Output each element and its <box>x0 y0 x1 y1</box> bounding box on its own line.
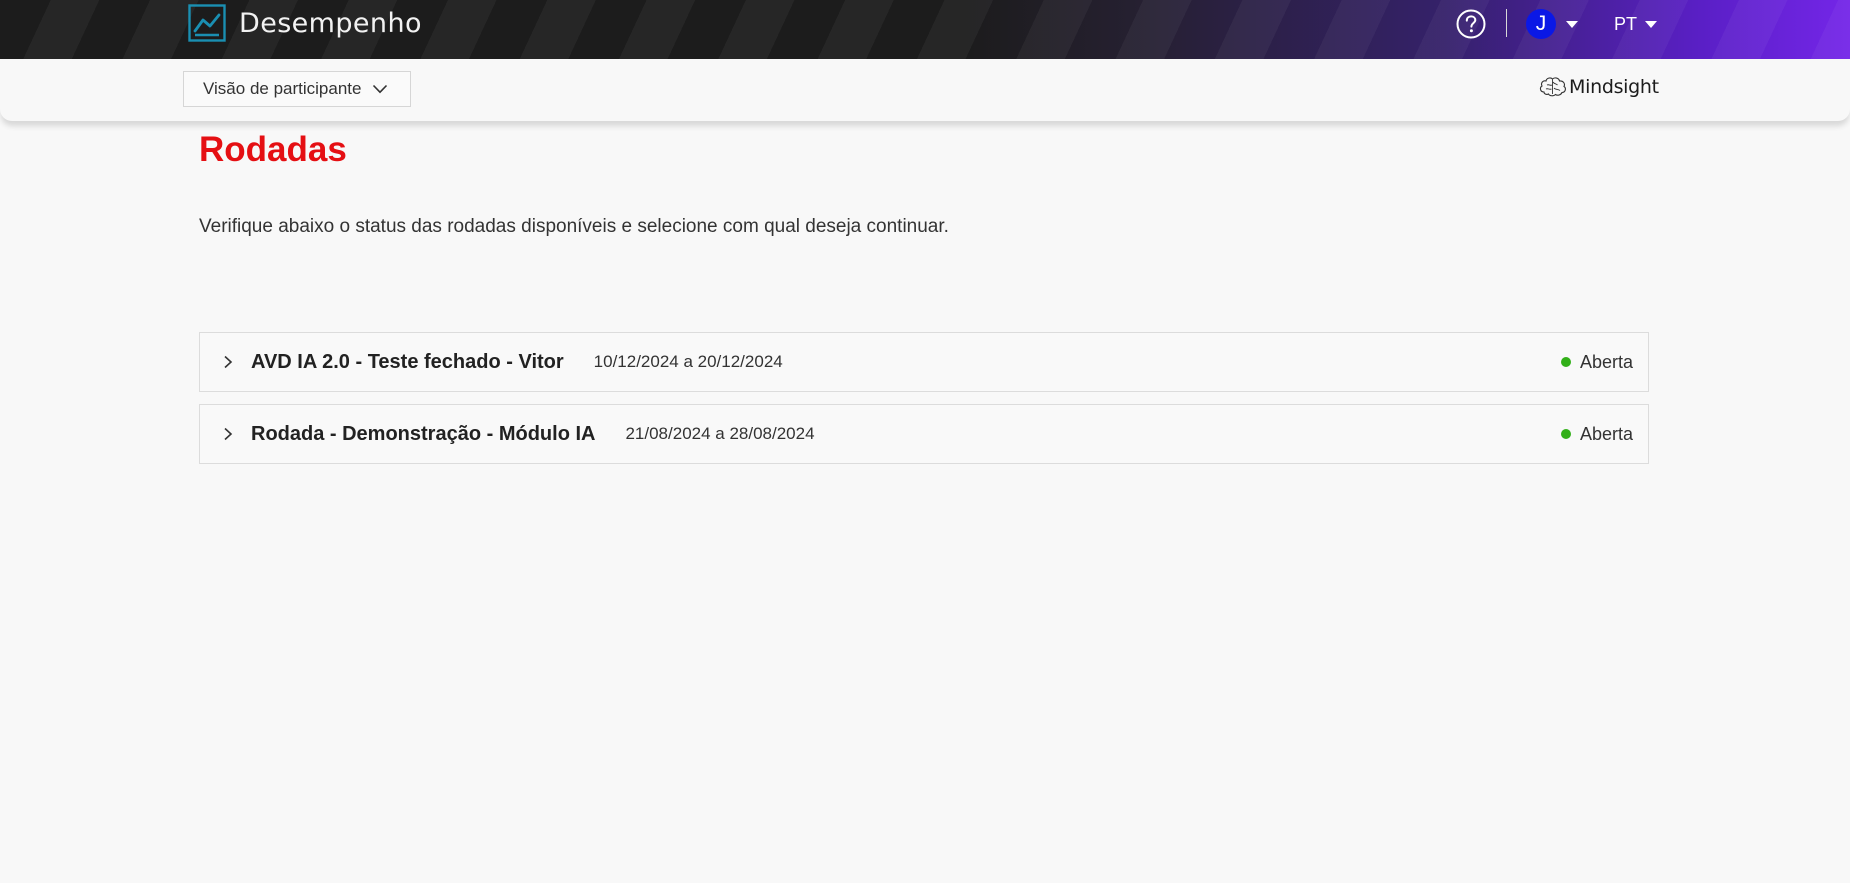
status-dot-icon <box>1560 429 1571 439</box>
mindsight-logo: Mindsight <box>1538 74 1659 100</box>
round-dates: 21/08/2024 a 28/08/2024 <box>625 424 815 443</box>
language-selector[interactable]: PT <box>1614 12 1658 36</box>
chart-line-icon <box>188 4 226 42</box>
caret-down-icon <box>1566 20 1578 28</box>
status-dot-icon <box>1560 357 1571 367</box>
round-name: Rodada - Demonstração - Módulo IA <box>251 422 596 445</box>
user-menu-button[interactable]: J <box>1526 8 1578 40</box>
header-divider <box>1506 9 1507 37</box>
round-status: Aberta <box>1560 333 1633 391</box>
app-title: Desempenho <box>239 7 422 39</box>
brain-icon <box>1539 77 1566 97</box>
chevron-right-icon <box>224 355 233 369</box>
round-dates: 10/12/2024 a 20/12/2024 <box>593 352 783 371</box>
round-status-label: Aberta <box>1579 423 1633 444</box>
round-name: AVD IA 2.0 - Teste fechado - Vitor <box>251 350 564 373</box>
chevron-right-icon <box>224 427 233 441</box>
view-mode-label: Visão de participante <box>203 79 362 98</box>
round-status-label: Aberta <box>1579 351 1633 372</box>
view-mode-dropdown[interactable]: Visão de participante <box>183 71 411 107</box>
app-brand[interactable]: Desempenho <box>188 3 422 43</box>
round-row[interactable]: AVD IA 2.0 - Teste fechado - Vitor 10/12… <box>199 332 1649 392</box>
round-row[interactable]: Rodada - Demonstração - Módulo IA 21/08/… <box>199 404 1649 464</box>
user-avatar: J <box>1526 9 1556 39</box>
page-description: Verifique abaixo o status das rodadas di… <box>199 216 949 237</box>
help-circle-icon[interactable] <box>1455 8 1487 40</box>
top-navigation-bar: Desempenho J PT <box>0 0 1850 59</box>
logo-text: Mindsight <box>1569 76 1659 98</box>
chevron-down-icon <box>373 84 388 94</box>
rounds-list: AVD IA 2.0 - Teste fechado - Vitor 10/12… <box>199 332 1649 476</box>
sub-header: Visão de participante Mindsight <box>0 59 1850 121</box>
round-status: Aberta <box>1560 405 1633 463</box>
page-title: Rodadas <box>199 130 347 169</box>
language-label: PT <box>1614 13 1638 34</box>
caret-down-icon <box>1645 20 1658 28</box>
